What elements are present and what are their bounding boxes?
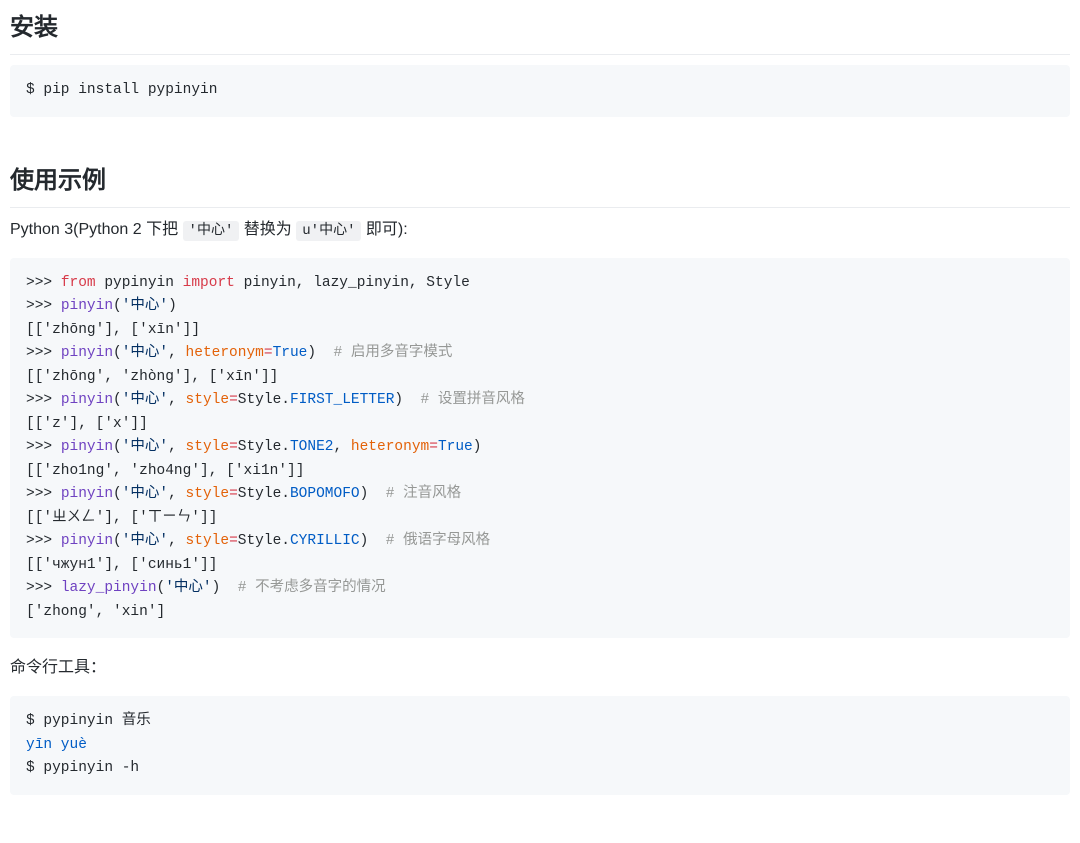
cli-line-1: $ pypinyin 音乐: [26, 713, 151, 729]
codeblock-install: $ pip install pypinyin: [10, 65, 1070, 117]
codeblock-python: >>> from pypinyin import pinyin, lazy_pi…: [10, 258, 1070, 639]
code-line: $ pip install pypinyin: [26, 82, 217, 98]
usage-intro: Python 3(Python 2 下把 '中心' 替换为 u'中心' 即可):: [10, 218, 1070, 242]
cli-line-2: yīn yuè: [26, 737, 87, 753]
inline-code-1: '中心': [183, 221, 240, 241]
cli-intro: 命令行工具：: [10, 656, 1070, 680]
cli-line-3: $ pypinyin -h: [26, 760, 139, 776]
codeblock-cli: $ pypinyin 音乐 yīn yuè $ pypinyin -h: [10, 696, 1070, 795]
inline-code-2: u'中心': [296, 221, 361, 241]
heading-usage: 使用示例: [10, 163, 1070, 208]
heading-install: 安装: [10, 10, 1070, 55]
